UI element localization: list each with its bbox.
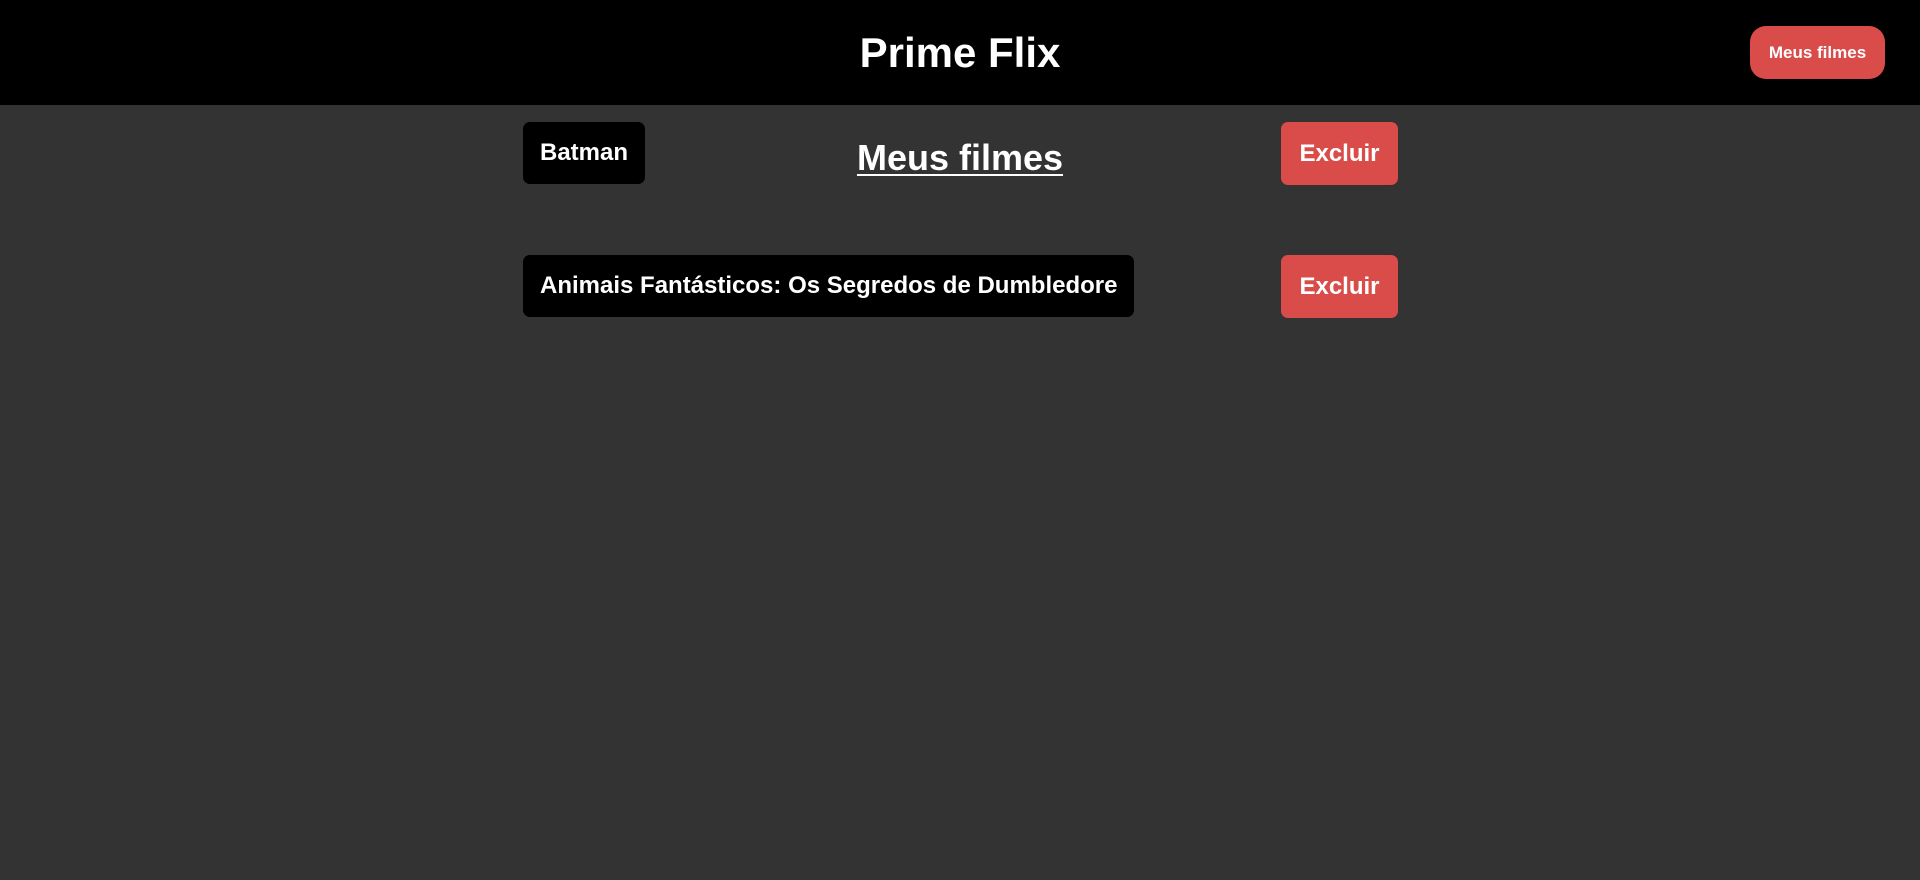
movie-title: Animais Fantásticos: Os Segredos de Dumb… — [523, 255, 1135, 317]
brand-container: Prime Flix — [0, 0, 1920, 105]
delete-movie-button[interactable]: Excluir — [1281, 122, 1398, 185]
brand-logo-link[interactable]: Prime Flix — [860, 0, 1061, 105]
movie-list-item: Animais Fantásticos: Os Segredos de Dumb… — [523, 255, 1398, 318]
movie-title: Batman — [523, 122, 646, 184]
my-movies-button[interactable]: Meus filmes — [1750, 26, 1885, 79]
movie-list-item: Batman Excluir — [523, 122, 1398, 185]
delete-movie-button[interactable]: Excluir — [1281, 255, 1398, 318]
movie-list: Batman Excluir Animais Fantásticos: Os S… — [523, 122, 1398, 388]
main-content: Meus filmes Batman Excluir Animais Fantá… — [0, 105, 1920, 880]
top-header: Prime Flix Meus filmes — [0, 0, 1920, 105]
